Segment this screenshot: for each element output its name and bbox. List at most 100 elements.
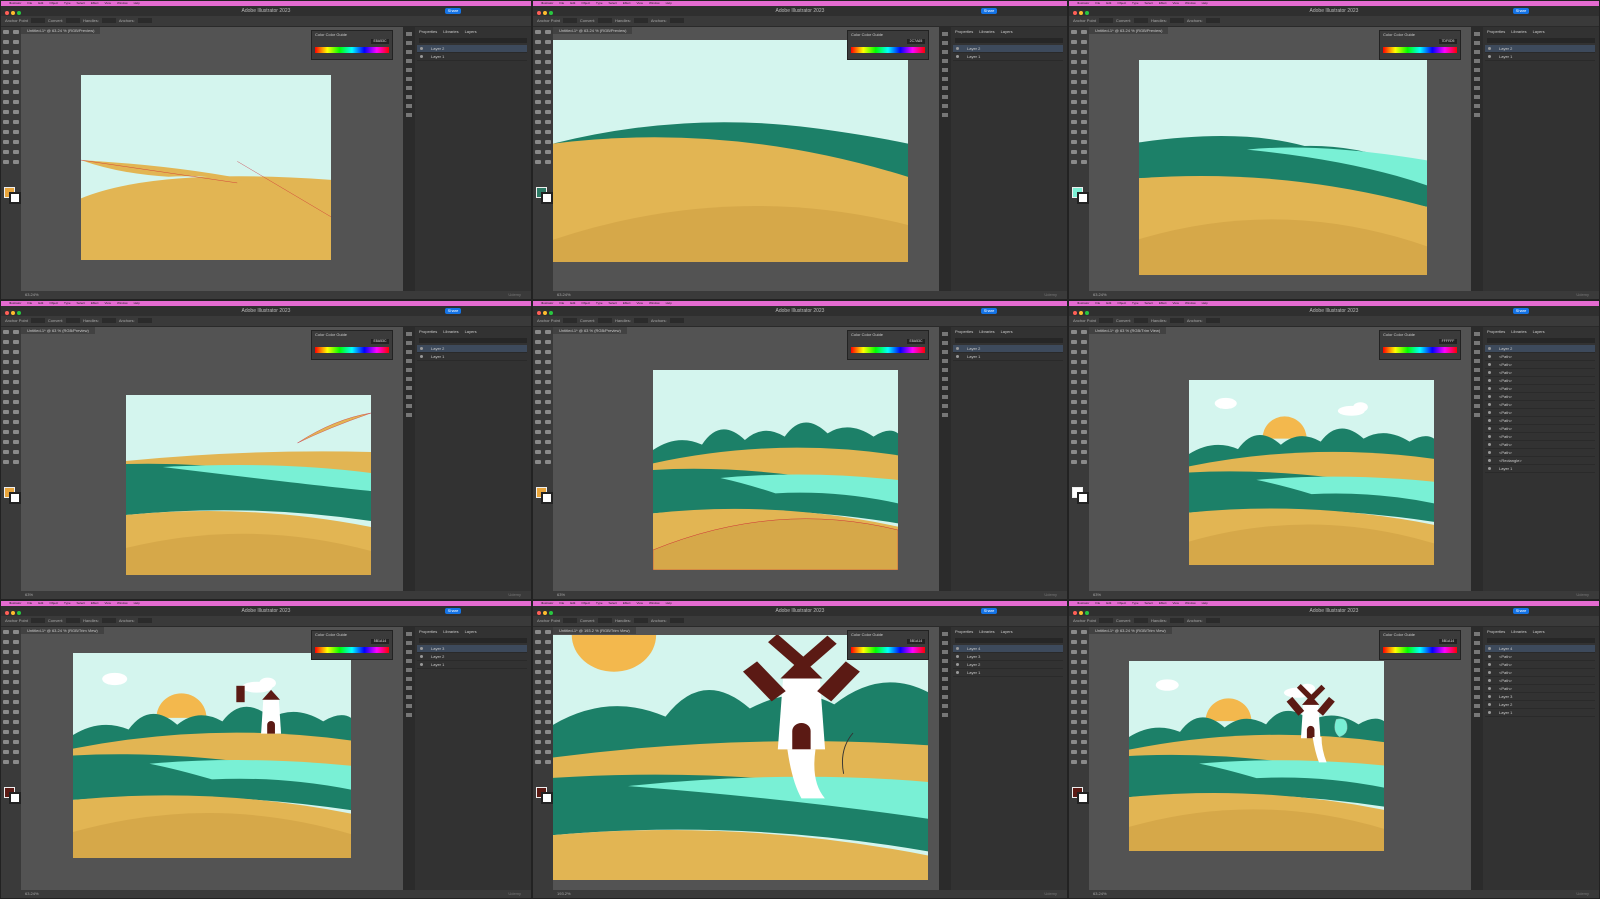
- menu-item-window[interactable]: Window: [117, 1, 128, 5]
- tool-icon[interactable]: [535, 70, 541, 74]
- artboard[interactable]: [653, 370, 898, 570]
- tool-icon[interactable]: [1071, 750, 1077, 754]
- tab-properties[interactable]: Properties: [1487, 629, 1505, 634]
- tool-icon[interactable]: [3, 430, 9, 434]
- tab-layers[interactable]: Layers: [465, 329, 477, 334]
- tool-icon[interactable]: [1081, 100, 1087, 104]
- tool-icon[interactable]: [545, 650, 551, 654]
- tool-icon[interactable]: [1071, 360, 1077, 364]
- dock-tabs[interactable]: Properties Libraries Layers: [1483, 27, 1599, 36]
- tool-icon[interactable]: [1071, 330, 1077, 334]
- control-bar-field[interactable]: [101, 618, 116, 624]
- document-tab[interactable]: Untitled-1* @ 63.24 % (RGB/Trim View): [21, 627, 104, 634]
- tool-icon[interactable]: [1081, 730, 1087, 734]
- color-panel[interactable]: Color Color Guide 5B1A14: [311, 630, 393, 660]
- control-bar-field[interactable]: [137, 18, 152, 24]
- control-bar[interactable]: Anchor Point Convert: Handles: Anchors:: [533, 16, 1067, 27]
- control-bar-field[interactable]: [30, 18, 45, 24]
- tool-icon[interactable]: [545, 130, 551, 134]
- menu-item-object[interactable]: Object: [49, 1, 58, 5]
- tool-icon[interactable]: [1071, 710, 1077, 714]
- tool-icon[interactable]: [1071, 140, 1077, 144]
- control-bar-field[interactable]: [669, 18, 684, 24]
- tool-icon[interactable]: [1081, 120, 1087, 124]
- control-bar[interactable]: Anchor Point Convert: Handles: Anchors:: [1, 316, 531, 327]
- tool-icon[interactable]: [1071, 440, 1077, 444]
- tool-icon[interactable]: [3, 50, 9, 54]
- tool-icon[interactable]: [1071, 690, 1077, 694]
- tab-layers[interactable]: Layers: [1533, 629, 1545, 634]
- menu-item-type[interactable]: Type: [596, 301, 603, 305]
- color-panel-tabs[interactable]: Color Color Guide: [312, 631, 392, 638]
- tool-icon[interactable]: [13, 410, 19, 414]
- tool-icon[interactable]: [13, 460, 19, 464]
- menu-item-edit[interactable]: Edit: [1106, 301, 1111, 305]
- menu-item-illustrator[interactable]: Illustrator: [1077, 1, 1089, 5]
- layer-row[interactable]: Layer 1: [417, 661, 527, 669]
- zoom-level[interactable]: 63.24%: [25, 891, 39, 896]
- tool-icon[interactable]: [13, 750, 19, 754]
- tool-icon[interactable]: [1081, 400, 1087, 404]
- layer-row[interactable]: Layer 2: [417, 345, 527, 353]
- tool-icon[interactable]: [545, 750, 551, 754]
- menu-item-effect[interactable]: Effect: [623, 301, 631, 305]
- tool-icon[interactable]: [545, 630, 551, 634]
- tools-panel[interactable]: [533, 627, 553, 890]
- menu-item-window[interactable]: Window: [1185, 301, 1196, 305]
- canvas-area[interactable]: [1089, 335, 1471, 591]
- tool-icon[interactable]: [1071, 650, 1077, 654]
- hex-value[interactable]: E8A53C: [371, 339, 389, 344]
- hex-value[interactable]: FFFFFF: [1439, 339, 1457, 344]
- tool-icon[interactable]: [1081, 380, 1087, 384]
- tool-icon[interactable]: [1081, 50, 1087, 54]
- tool-icon[interactable]: [13, 30, 19, 34]
- layer-row[interactable]: <Path>: [1485, 417, 1595, 425]
- tool-icon[interactable]: [1081, 420, 1087, 424]
- tool-icon[interactable]: [3, 660, 9, 664]
- canvas-area[interactable]: [21, 635, 403, 890]
- tool-icon[interactable]: [1071, 670, 1077, 674]
- tool-icon[interactable]: [535, 80, 541, 84]
- zoom-level[interactable]: 63%: [557, 592, 565, 597]
- tool-icon[interactable]: [13, 110, 19, 114]
- tool-icon[interactable]: [13, 690, 19, 694]
- color-panel[interactable]: Color Color Guide 5B1A14: [847, 630, 929, 660]
- document-tab[interactable]: Untitled-1* @ 63.24 % (RGB/Preview): [1089, 27, 1169, 34]
- layer-row[interactable]: Layer 2: [1485, 345, 1595, 353]
- tool-icon[interactable]: [535, 360, 541, 364]
- tab-libraries[interactable]: Libraries: [1511, 629, 1526, 634]
- tool-icon[interactable]: [1071, 90, 1077, 94]
- hex-value[interactable]: 2C7A65: [907, 39, 925, 44]
- layer-row[interactable]: <Path>: [1485, 425, 1595, 433]
- tool-icon[interactable]: [545, 700, 551, 704]
- tool-icon[interactable]: [1081, 650, 1087, 654]
- tool-icon[interactable]: [545, 330, 551, 334]
- tool-icon[interactable]: [535, 460, 541, 464]
- tool-icon[interactable]: [13, 430, 19, 434]
- tool-icon[interactable]: [1081, 40, 1087, 44]
- tool-icon[interactable]: [13, 130, 19, 134]
- layer-row[interactable]: <Path>: [1485, 361, 1595, 369]
- tool-icon[interactable]: [1081, 460, 1087, 464]
- control-bar[interactable]: Anchor Point Convert: Handles: Anchors:: [1069, 616, 1599, 627]
- layer-row[interactable]: <Path>: [1485, 669, 1595, 677]
- layer-row[interactable]: <Path>: [1485, 377, 1595, 385]
- tools-panel[interactable]: [1, 27, 21, 291]
- tool-icon[interactable]: [3, 730, 9, 734]
- canvas-area[interactable]: [553, 635, 939, 890]
- menu-item-type[interactable]: Type: [1132, 1, 1139, 5]
- dock-icon-strip[interactable]: [403, 327, 415, 591]
- stroke-swatch[interactable]: [541, 792, 553, 804]
- menu-item-effect[interactable]: Effect: [1159, 1, 1167, 5]
- tool-icon[interactable]: [13, 40, 19, 44]
- tool-icon[interactable]: [1081, 160, 1087, 164]
- zoom-level[interactable]: 63%: [1093, 592, 1101, 597]
- tool-icon[interactable]: [545, 360, 551, 364]
- tool-icon[interactable]: [535, 160, 541, 164]
- tool-icon[interactable]: [1081, 370, 1087, 374]
- tool-icon[interactable]: [545, 50, 551, 54]
- tool-icon[interactable]: [1081, 720, 1087, 724]
- menu-item-file[interactable]: File: [1095, 601, 1100, 605]
- layers-search-input[interactable]: [1487, 338, 1595, 343]
- menu-item-illustrator[interactable]: Illustrator: [1077, 301, 1089, 305]
